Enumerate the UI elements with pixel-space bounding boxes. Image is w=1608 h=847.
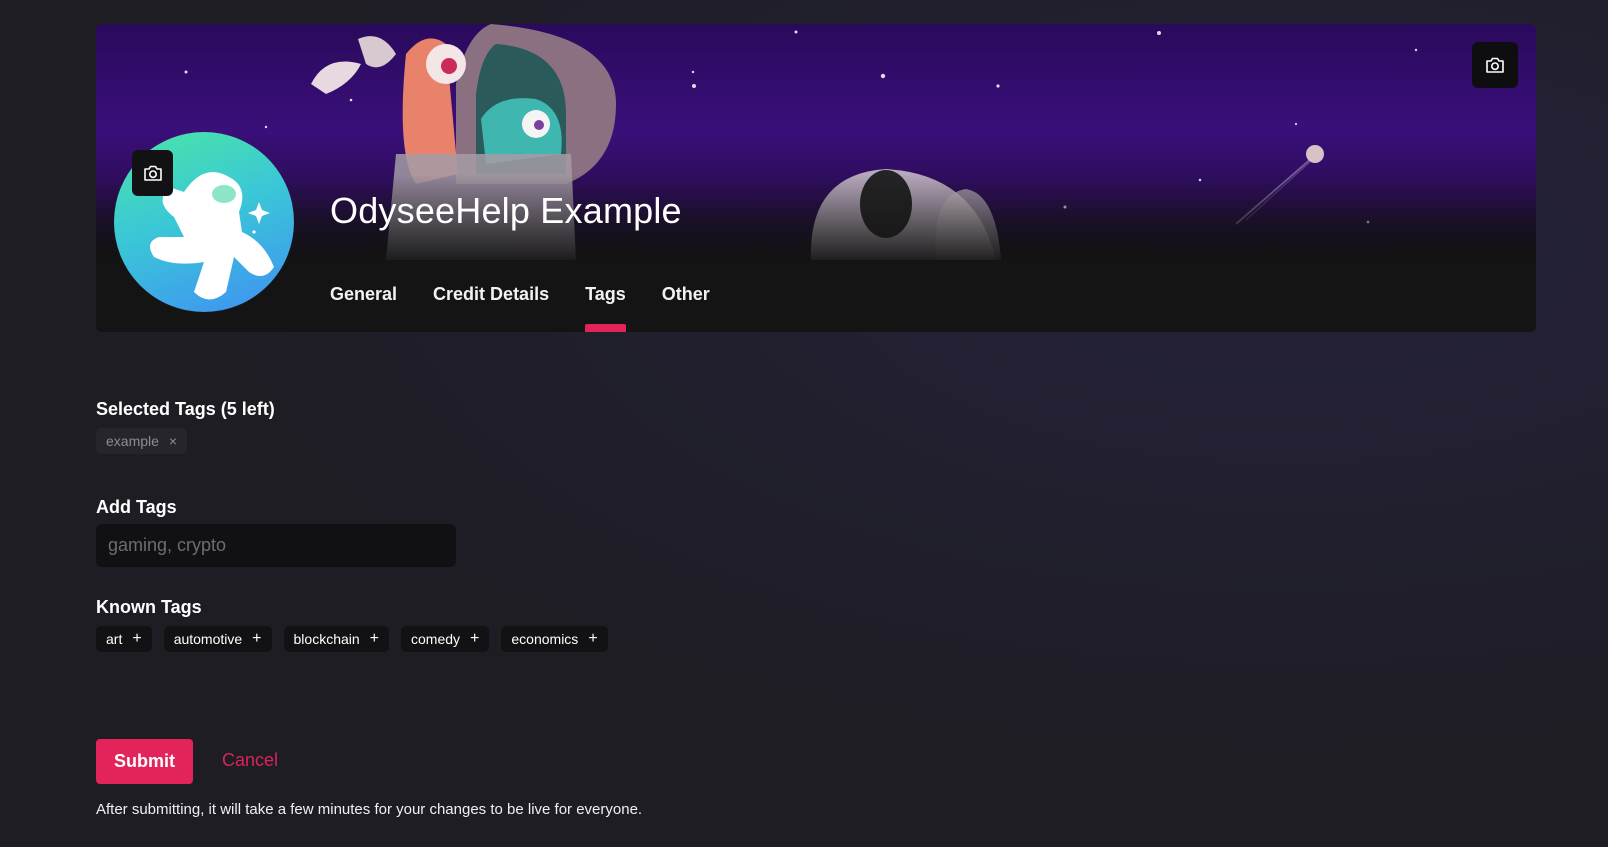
channel-header-card (96, 24, 1536, 332)
tab-other[interactable]: Other (662, 284, 710, 332)
banner-fade-overlay (96, 174, 1536, 260)
selected-tags-list: example × (96, 428, 199, 454)
edit-avatar-button[interactable] (132, 150, 173, 196)
known-tags-title: Known Tags (96, 597, 202, 617)
tab-general[interactable]: General (330, 284, 397, 332)
edit-banner-button[interactable] (1472, 42, 1518, 88)
selected-tags-title: Selected Tags (5 left) (96, 399, 275, 419)
tab-tags[interactable]: Tags (585, 284, 626, 332)
help-text: After submitting, it will take a few min… (96, 801, 643, 818)
tab-strip (96, 260, 1536, 332)
selected-tag-chip[interactable]: example × (96, 428, 188, 454)
tag-label: example (106, 433, 159, 449)
known-tag-chip-art[interactable]: art + (96, 626, 152, 652)
camera-icon (1486, 57, 1504, 73)
channel-title: OdyseeHelp Example (330, 190, 682, 231)
submit-button[interactable]: Submit (96, 739, 193, 784)
plus-icon: + (252, 630, 262, 647)
known-tag-chip-economics[interactable]: economics + (501, 626, 608, 652)
channel-edit-tabs: General Credit Details Tags Other (330, 284, 746, 332)
tag-label: blockchain (293, 631, 360, 647)
add-tags-title: Add Tags (96, 497, 177, 517)
cancel-button[interactable]: Cancel (222, 750, 278, 771)
tab-credit-details[interactable]: Credit Details (433, 284, 549, 332)
known-tag-chip-blockchain[interactable]: blockchain + (283, 626, 390, 652)
tag-label: automotive (173, 631, 243, 647)
known-tags-list: art + automotive + blockchain + comedy +… (96, 626, 620, 652)
tag-label: art (106, 631, 123, 647)
known-tag-chip-automotive[interactable]: automotive + (163, 626, 272, 652)
add-tags-input[interactable] (96, 524, 456, 567)
tag-label: comedy (411, 631, 461, 647)
plus-icon: + (470, 630, 480, 647)
channel-banner-image (96, 24, 1536, 260)
tag-label: economics (511, 631, 579, 647)
plus-icon: + (369, 630, 380, 647)
plus-icon: + (132, 630, 142, 647)
camera-icon (143, 165, 162, 181)
remove-icon[interactable]: × (169, 434, 177, 448)
known-tag-chip-comedy[interactable]: comedy + (401, 626, 490, 652)
plus-icon: + (588, 630, 598, 647)
